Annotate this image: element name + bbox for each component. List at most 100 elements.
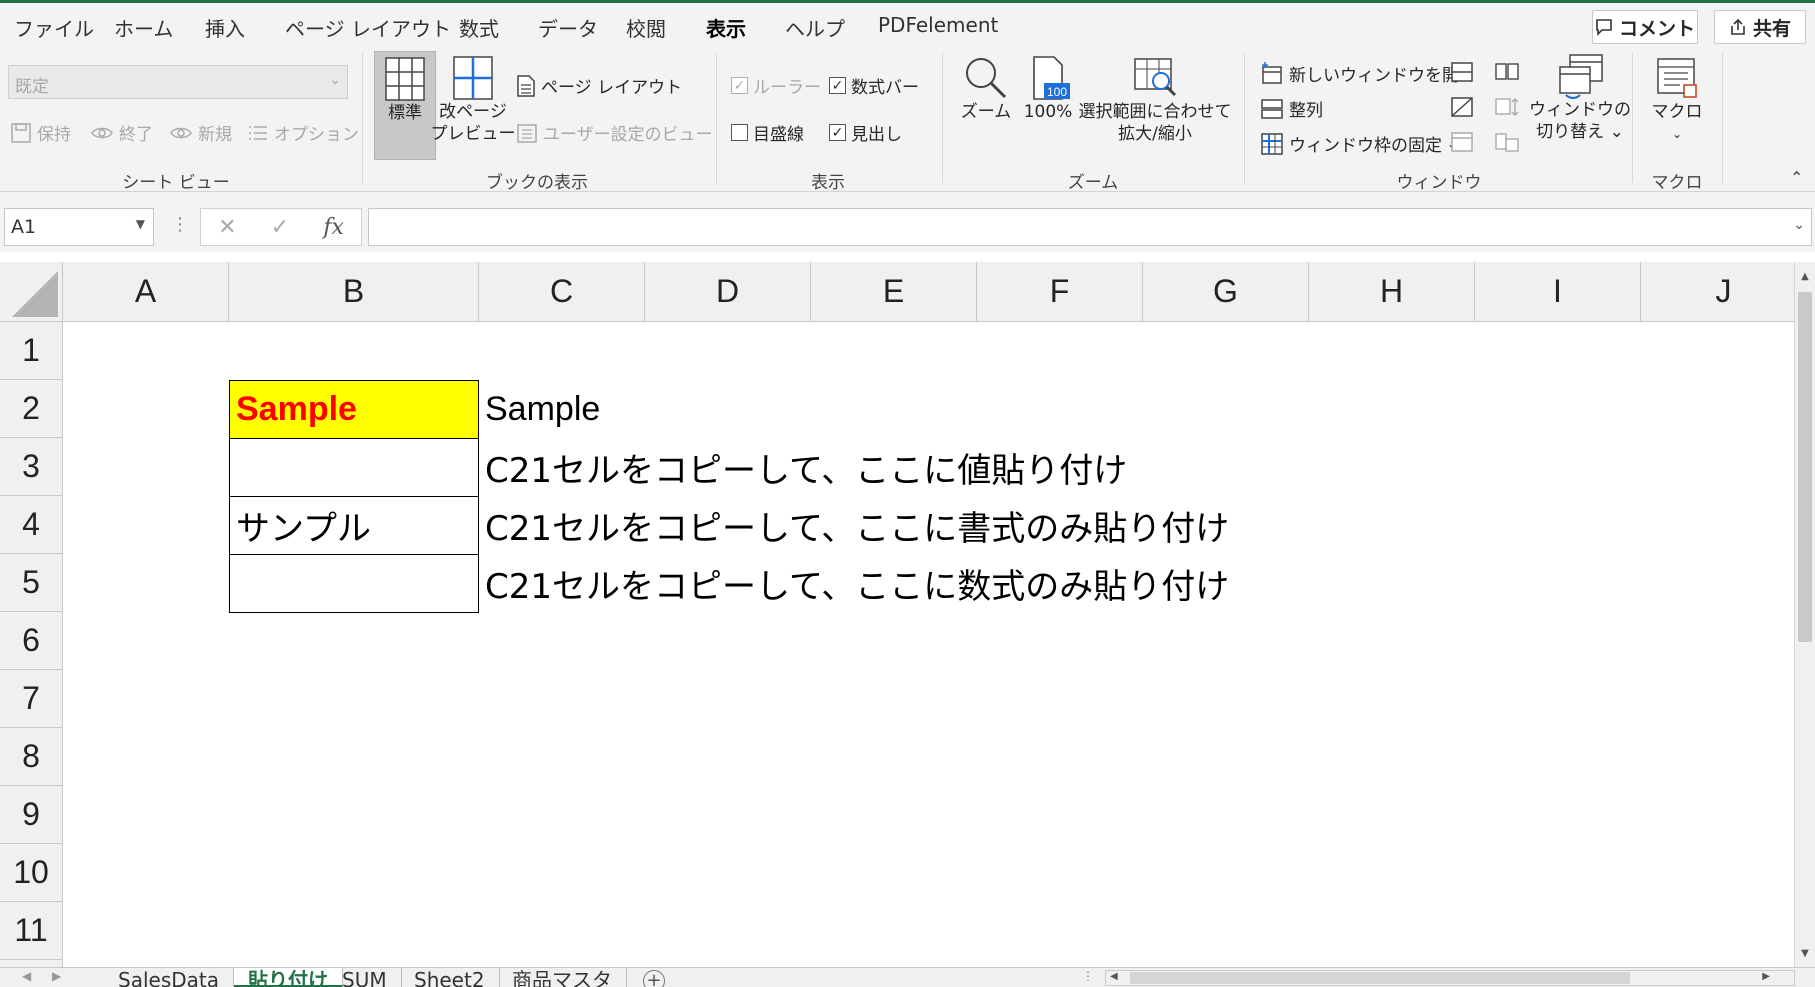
formula-bar-grip-icon[interactable]: ⋮ bbox=[171, 214, 189, 235]
exit-button[interactable]: 終了 bbox=[90, 120, 153, 145]
arrange-button[interactable]: 整列 bbox=[1260, 96, 1323, 121]
hide-window-icon[interactable] bbox=[1450, 96, 1474, 118]
row-header[interactable]: 9 bbox=[0, 786, 63, 844]
formula-input[interactable]: ⌄ bbox=[368, 208, 1812, 246]
cell-c2[interactable]: Sample bbox=[479, 380, 600, 438]
column-header[interactable]: G bbox=[1143, 262, 1309, 322]
tab-data[interactable]: データ bbox=[538, 13, 598, 42]
tab-home[interactable]: ホーム bbox=[114, 13, 173, 42]
zoom-to-selection-button[interactable]: 選択範囲に合わせて 拡大/縮小 bbox=[1079, 55, 1232, 163]
keep-button[interactable]: 保持 bbox=[10, 120, 71, 145]
sheet-tab-sum[interactable]: SUM bbox=[328, 968, 402, 987]
macros-button[interactable]: マクロ ⌄ bbox=[1640, 55, 1714, 163]
sheet-view-dropdown[interactable]: 既定 ⌄ bbox=[8, 65, 348, 99]
row-header[interactable]: 6 bbox=[0, 612, 63, 670]
row-header[interactable]: 10 bbox=[0, 844, 63, 902]
view-side-by-side-icon[interactable] bbox=[1494, 61, 1520, 83]
switch-windows-button[interactable]: ウィンドウの 切り替え ⌄ bbox=[1529, 53, 1631, 161]
new-window-button[interactable]: 新しいウィンドウを開く bbox=[1260, 61, 1476, 86]
row-header[interactable]: 5 bbox=[0, 554, 63, 612]
scroll-left-icon[interactable]: ◀ bbox=[1110, 971, 1118, 982]
formula-bar-checkbox[interactable]: ✓ 数式バー bbox=[829, 73, 919, 98]
cell-b5[interactable] bbox=[229, 554, 479, 613]
page-break-preview-button[interactable]: 改ページ プレビュー bbox=[431, 51, 516, 160]
cell-c3[interactable]: C21セルをコピーして、ここに値貼り付け bbox=[479, 438, 1127, 496]
share-button[interactable]: 共有 bbox=[1714, 10, 1806, 44]
horizontal-scrollbar[interactable]: ◀ ▶ bbox=[1105, 970, 1795, 986]
scroll-down-icon[interactable]: ▼ bbox=[1796, 943, 1814, 963]
column-header[interactable]: I bbox=[1475, 262, 1641, 322]
column-header[interactable]: D bbox=[645, 262, 811, 322]
name-box[interactable]: A1 ▼ bbox=[4, 208, 154, 246]
scroll-up-icon[interactable]: ▲ bbox=[1796, 266, 1814, 286]
sheet-tab-paste[interactable]: 貼り付け bbox=[234, 968, 343, 987]
page-break-label-2: プレビュー bbox=[430, 124, 516, 144]
sheet-tab-salesdata[interactable]: SalesData bbox=[104, 968, 234, 987]
column-header[interactable]: B bbox=[229, 262, 479, 322]
column-header[interactable]: H bbox=[1309, 262, 1475, 322]
column-header[interactable]: E bbox=[811, 262, 977, 322]
reset-window-position-icon[interactable] bbox=[1494, 131, 1520, 153]
tab-pdfelement[interactable]: PDFelement bbox=[878, 13, 998, 37]
sync-scroll-icon[interactable] bbox=[1494, 96, 1520, 118]
tab-insert[interactable]: 挿入 bbox=[205, 13, 245, 42]
split-icon[interactable] bbox=[1450, 61, 1474, 83]
tab-help[interactable]: ヘルプ bbox=[785, 13, 845, 42]
page-layout-button[interactable]: ページ レイアウト bbox=[516, 73, 682, 98]
row-header[interactable]: 1 bbox=[0, 322, 63, 380]
cell-b4[interactable]: サンプル bbox=[229, 496, 479, 555]
cell-c5[interactable]: C21セルをコピーして、ここに数式のみ貼り付け bbox=[479, 554, 1229, 612]
tab-file[interactable]: ファイル bbox=[14, 13, 94, 42]
tab-review[interactable]: 校閲 bbox=[626, 13, 666, 42]
row-header[interactable] bbox=[0, 960, 63, 967]
add-sheet-icon[interactable]: + bbox=[643, 970, 665, 987]
page-break-label-1: 改ページ bbox=[439, 102, 507, 122]
zoom-100-button[interactable]: 100 100% bbox=[1018, 55, 1078, 155]
collapse-ribbon-icon[interactable]: ⌃ bbox=[1790, 168, 1803, 187]
tab-formulas[interactable]: 数式 bbox=[459, 13, 499, 42]
cell-c4[interactable]: C21セルをコピーして、ここに書式のみ貼り付け bbox=[479, 496, 1229, 554]
prev-sheet-icon[interactable]: ◀ bbox=[22, 969, 31, 983]
sheet-tab-sheet2[interactable]: Sheet2 bbox=[400, 968, 500, 987]
new-view-button[interactable]: 新規 bbox=[169, 120, 232, 145]
next-sheet-icon[interactable]: ▶ bbox=[52, 969, 61, 983]
scroll-right-icon[interactable]: ▶ bbox=[1762, 971, 1770, 982]
normal-view-button[interactable]: 標準 bbox=[374, 51, 436, 160]
sheet-view-value: 既定 bbox=[15, 77, 49, 97]
row-header[interactable]: 3 bbox=[0, 438, 63, 496]
vertical-scroll-thumb[interactable] bbox=[1798, 292, 1812, 642]
row-header[interactable]: 8 bbox=[0, 728, 63, 786]
name-box-dropdown-icon[interactable]: ▼ bbox=[136, 217, 145, 231]
vertical-scrollbar[interactable]: ▲ ▼ bbox=[1794, 262, 1815, 967]
expand-formula-bar-icon[interactable]: ⌄ bbox=[1793, 217, 1805, 233]
headings-checkbox[interactable]: ✓ 見出し bbox=[829, 120, 902, 145]
tab-split-grip-icon[interactable]: ⋮ bbox=[1082, 969, 1094, 983]
tab-view[interactable]: 表示 bbox=[706, 13, 746, 52]
column-header[interactable]: C bbox=[479, 262, 645, 322]
row-header[interactable]: 11 bbox=[0, 902, 63, 960]
column-header[interactable]: J bbox=[1641, 262, 1794, 322]
horizontal-scroll-thumb[interactable] bbox=[1130, 972, 1630, 984]
cell-b3[interactable] bbox=[229, 438, 479, 497]
unhide-window-icon[interactable] bbox=[1450, 131, 1474, 153]
select-all-button[interactable] bbox=[0, 262, 63, 322]
enter-entry-button[interactable]: ✓ bbox=[271, 215, 289, 240]
row-header[interactable]: 7 bbox=[0, 670, 63, 728]
cell-b2[interactable]: Sample bbox=[229, 380, 479, 439]
row-header[interactable]: 2 bbox=[0, 380, 63, 438]
ruler-checkbox[interactable]: ✓ ルーラー bbox=[731, 73, 821, 98]
comment-button[interactable]: コメント bbox=[1592, 10, 1698, 44]
custom-views-button[interactable]: ユーザー設定のビュー bbox=[516, 120, 713, 145]
freeze-panes-button[interactable]: ウィンドウ枠の固定 ⌄ bbox=[1260, 131, 1457, 156]
options-button[interactable]: オプション bbox=[247, 120, 359, 145]
column-header[interactable]: A bbox=[63, 262, 229, 322]
column-header[interactable]: F bbox=[977, 262, 1143, 322]
zoom-button[interactable]: ズーム bbox=[956, 55, 1016, 155]
insert-function-button[interactable]: fx bbox=[323, 215, 344, 240]
sheet-tab-product-master[interactable]: 商品マスタ bbox=[498, 968, 627, 987]
gridlines-checkbox[interactable]: 目盛線 bbox=[731, 120, 804, 145]
row-header[interactable]: 4 bbox=[0, 496, 63, 554]
cancel-entry-button[interactable]: ✕ bbox=[218, 215, 236, 240]
spreadsheet-grid[interactable]: A B C D E F G H I J 1 2 3 4 5 6 7 8 9 10… bbox=[0, 262, 1794, 967]
tab-page-layout[interactable]: ページ レイアウト bbox=[285, 13, 451, 42]
